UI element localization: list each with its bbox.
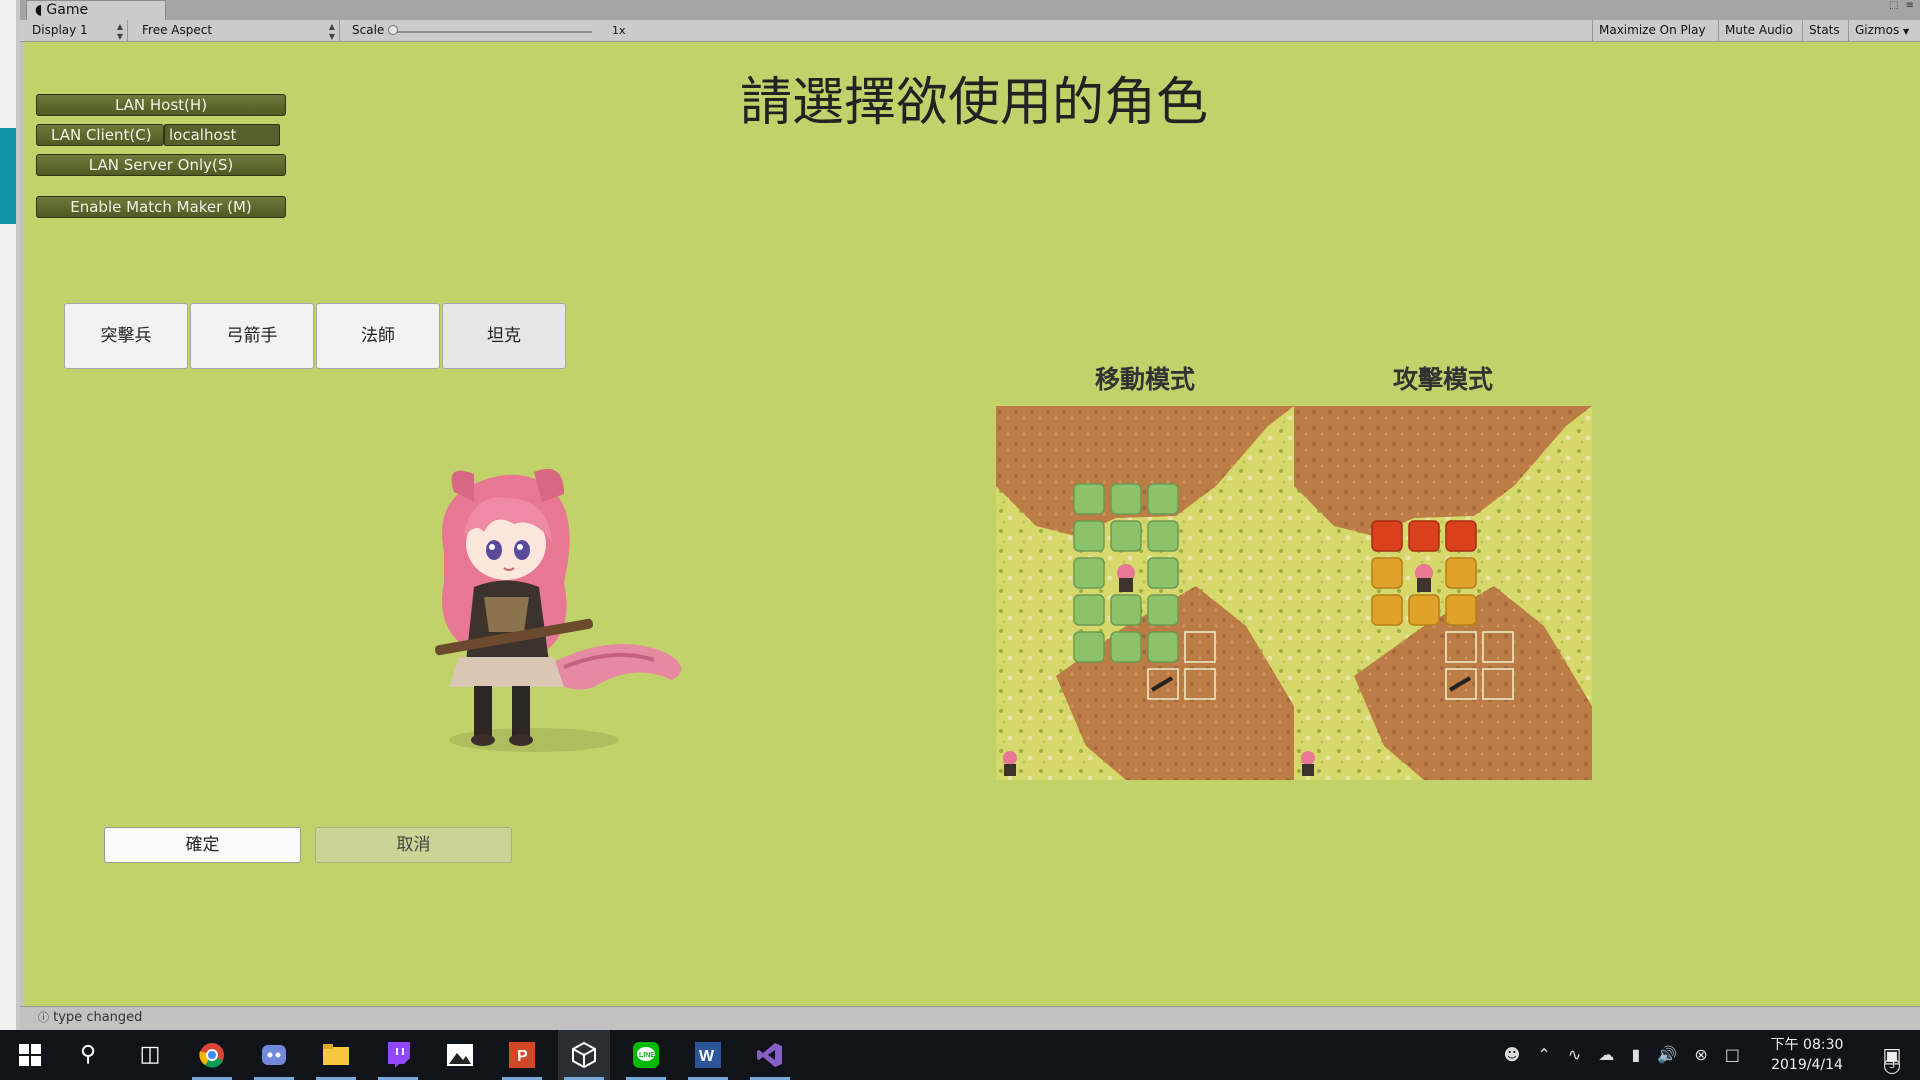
attack-mode-label: 攻擊模式 bbox=[1392, 365, 1493, 394]
volume-icon[interactable]: 🔊 bbox=[1657, 1045, 1677, 1064]
cancel-button[interactable]: 取消 bbox=[315, 827, 512, 863]
scale-value: 1x bbox=[612, 24, 626, 37]
file-explorer-icon[interactable] bbox=[310, 1030, 362, 1080]
svg-text:W: W bbox=[699, 1048, 715, 1065]
unity-game-window: ◖ Game ⬚ ≡ Display 1 ▲ ▼ Free Aspect ▲ ▼ Sc… bbox=[20, 0, 1920, 1030]
editor-status-bar: ⓘ type changed bbox=[20, 1006, 1920, 1030]
close-circle-icon[interactable]: ⊗ bbox=[1694, 1045, 1707, 1064]
tab-game[interactable]: ◖ Game bbox=[26, 0, 166, 20]
aspect-dropdown[interactable]: Free Aspect ▲ ▼ bbox=[134, 20, 340, 41]
role-archer-button[interactable]: 弓箭手 bbox=[190, 303, 314, 369]
line-icon[interactable]: LINE bbox=[620, 1030, 672, 1080]
tab-game-label: Game bbox=[46, 2, 89, 18]
window-menu-icon[interactable]: ⬚ ≡ bbox=[1889, 0, 1916, 11]
scale-slider-track[interactable] bbox=[392, 31, 592, 33]
aspect-dropdown-label: Free Aspect bbox=[142, 23, 213, 37]
discord-icon[interactable] bbox=[248, 1030, 300, 1080]
powerpoint-icon[interactable]: P bbox=[496, 1030, 548, 1080]
display-dropdown-label: Display 1 bbox=[32, 23, 88, 37]
lan-server-only-button[interactable]: LAN Server Only(S) bbox=[36, 154, 286, 176]
info-icon: ⓘ bbox=[38, 1011, 49, 1024]
role-mage-button[interactable]: 法師 bbox=[316, 303, 440, 369]
chevron-down-icon: ▼ bbox=[1903, 27, 1910, 36]
lan-client-button[interactable]: LAN Client(C) bbox=[36, 124, 164, 146]
page-title: 請選擇欲使用的角色 bbox=[739, 73, 1208, 133]
taskbar-clock[interactable]: 下午 08:30 2019/4/14 bbox=[1770, 1035, 1844, 1075]
scale-slider-handle[interactable] bbox=[388, 25, 398, 35]
stats-toggle[interactable]: Stats bbox=[1802, 20, 1846, 41]
tab-bar: ◖ Game ⬚ ≡ bbox=[20, 0, 1920, 20]
visual-studio-icon[interactable] bbox=[744, 1030, 796, 1080]
people-icon[interactable]: ☻ bbox=[1504, 1045, 1521, 1064]
svg-text:P: P bbox=[517, 1048, 528, 1065]
game-toolbar: Display 1 ▲ ▼ Free Aspect ▲ ▼ Scale 1x Max… bbox=[20, 20, 1920, 42]
enable-match-maker-button[interactable]: Enable Match Maker (M) bbox=[36, 196, 286, 218]
wifi-icon[interactable]: ∿ bbox=[1568, 1045, 1581, 1064]
word-icon[interactable]: W bbox=[682, 1030, 734, 1080]
move-mode-label: 移動模式 bbox=[1094, 365, 1195, 394]
lan-host-button[interactable]: LAN Host(H) bbox=[36, 94, 286, 116]
role-assault-button[interactable]: 突擊兵 bbox=[64, 303, 188, 369]
cloud-icon[interactable]: ☁ bbox=[1598, 1045, 1614, 1064]
chrome-icon[interactable] bbox=[186, 1030, 238, 1080]
game-tab-icon: ◖ bbox=[35, 2, 43, 18]
twitch-icon[interactable] bbox=[372, 1030, 424, 1080]
windows-taskbar: ⚲ ◫ P LINE W ☻ ⌃ ∿ ☁ ▮ 🔊 ⊗ □ 下午 08:30 20… bbox=[0, 1030, 1920, 1080]
search-icon[interactable]: ⚲ bbox=[62, 1030, 114, 1080]
attack-mode-preview-image bbox=[1294, 406, 1592, 780]
character-preview-image bbox=[434, 468, 682, 752]
chevron-up-icon[interactable]: ⌃ bbox=[1537, 1045, 1550, 1064]
gizmos-label: Gizmos bbox=[1855, 23, 1900, 37]
dropdown-arrows-icon: ▲ ▼ bbox=[116, 22, 123, 41]
confirm-button[interactable]: 確定 bbox=[104, 827, 301, 863]
input-method-icon[interactable]: □ bbox=[1725, 1045, 1740, 1064]
maximize-on-play-toggle[interactable]: Maximize On Play bbox=[1592, 20, 1712, 41]
task-view-icon[interactable]: ◫ bbox=[124, 1030, 176, 1080]
role-tank-button[interactable]: 坦克 bbox=[442, 303, 566, 369]
notification-count-badge: 3 bbox=[1884, 1058, 1900, 1074]
unity-icon[interactable] bbox=[558, 1030, 610, 1080]
clock-time: 下午 08:30 bbox=[1770, 1037, 1844, 1053]
svg-text:LINE: LINE bbox=[639, 1052, 655, 1059]
game-view[interactable]: 請選擇欲使用的角色 LAN Host(H) LAN Client(C) loca… bbox=[24, 42, 1920, 1006]
mute-audio-toggle[interactable]: Mute Audio bbox=[1718, 20, 1799, 41]
status-message: type changed bbox=[53, 1010, 143, 1025]
windows-start-icon[interactable] bbox=[4, 1030, 56, 1080]
background-window-accent bbox=[0, 128, 16, 224]
clock-date: 2019/4/14 bbox=[1771, 1057, 1843, 1073]
gizmos-dropdown[interactable]: Gizmos ▼ bbox=[1848, 20, 1920, 41]
move-mode-preview-image bbox=[996, 406, 1294, 780]
photos-icon[interactable] bbox=[434, 1030, 486, 1080]
display-dropdown[interactable]: Display 1 ▲ ▼ bbox=[24, 20, 128, 41]
scale-label: Scale bbox=[352, 23, 385, 37]
system-tray: ☻ ⌃ ∿ ☁ ▮ 🔊 ⊗ □ bbox=[1492, 1030, 1740, 1080]
dropdown-arrows-icon: ▲ ▼ bbox=[328, 22, 335, 41]
battery-icon[interactable]: ▮ bbox=[1631, 1045, 1640, 1064]
host-address-input[interactable]: localhost bbox=[164, 124, 280, 146]
